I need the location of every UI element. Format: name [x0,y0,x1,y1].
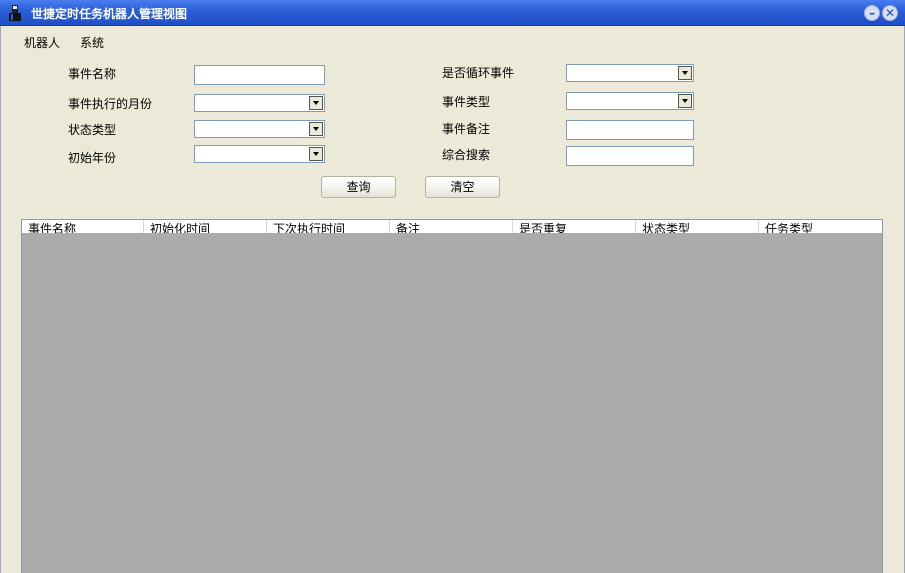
event-name-label: 事件名称 [68,67,117,81]
combined-search-input[interactable] [566,146,694,166]
is-loop-select[interactable] [566,64,694,82]
menu-system[interactable]: 系统 [80,34,104,51]
chevron-down-icon[interactable] [309,147,323,161]
title-bar[interactable]: 世捷定时任务机器人管理视图 – ✕ [0,0,905,26]
event-name-input[interactable] [194,65,325,85]
status-type-label: 状态类型 [68,123,117,137]
exec-month-select[interactable] [194,94,325,112]
menu-robot[interactable]: 机器人 [24,34,60,51]
menu-bar: 机器人 系统 [0,30,905,52]
results-grid[interactable]: 事件名称 初始化时间 下次执行时间 备注 是否重复 状态类型 任务类型 [21,219,883,573]
event-note-label: 事件备注 [442,122,491,136]
init-year-select[interactable] [194,145,325,163]
window-border-left [0,26,1,573]
chevron-down-icon[interactable] [678,94,692,108]
close-icon: ✕ [884,6,896,20]
chevron-down-icon[interactable] [678,66,692,80]
event-type-label: 事件类型 [442,95,491,109]
window-title: 世捷定时任务机器人管理视图 [31,7,188,21]
init-year-label: 初始年份 [68,151,117,165]
combined-search-label: 综合搜索 [442,148,491,162]
chevron-down-icon[interactable] [309,122,323,136]
exec-month-label: 事件执行的月份 [68,97,153,111]
event-type-select[interactable] [566,92,694,110]
app-user-icon [9,5,21,21]
is-loop-label: 是否循环事件 [442,66,515,80]
clear-button[interactable]: 清空 [425,176,500,198]
close-button[interactable]: ✕ [882,5,898,21]
minimize-button[interactable]: – [864,5,880,21]
event-note-input[interactable] [566,120,694,140]
minimize-icon: – [869,6,875,20]
chevron-down-icon[interactable] [309,96,323,110]
grid-body-edge [22,233,882,238]
status-type-select[interactable] [194,120,325,138]
query-button[interactable]: 查询 [321,176,396,198]
